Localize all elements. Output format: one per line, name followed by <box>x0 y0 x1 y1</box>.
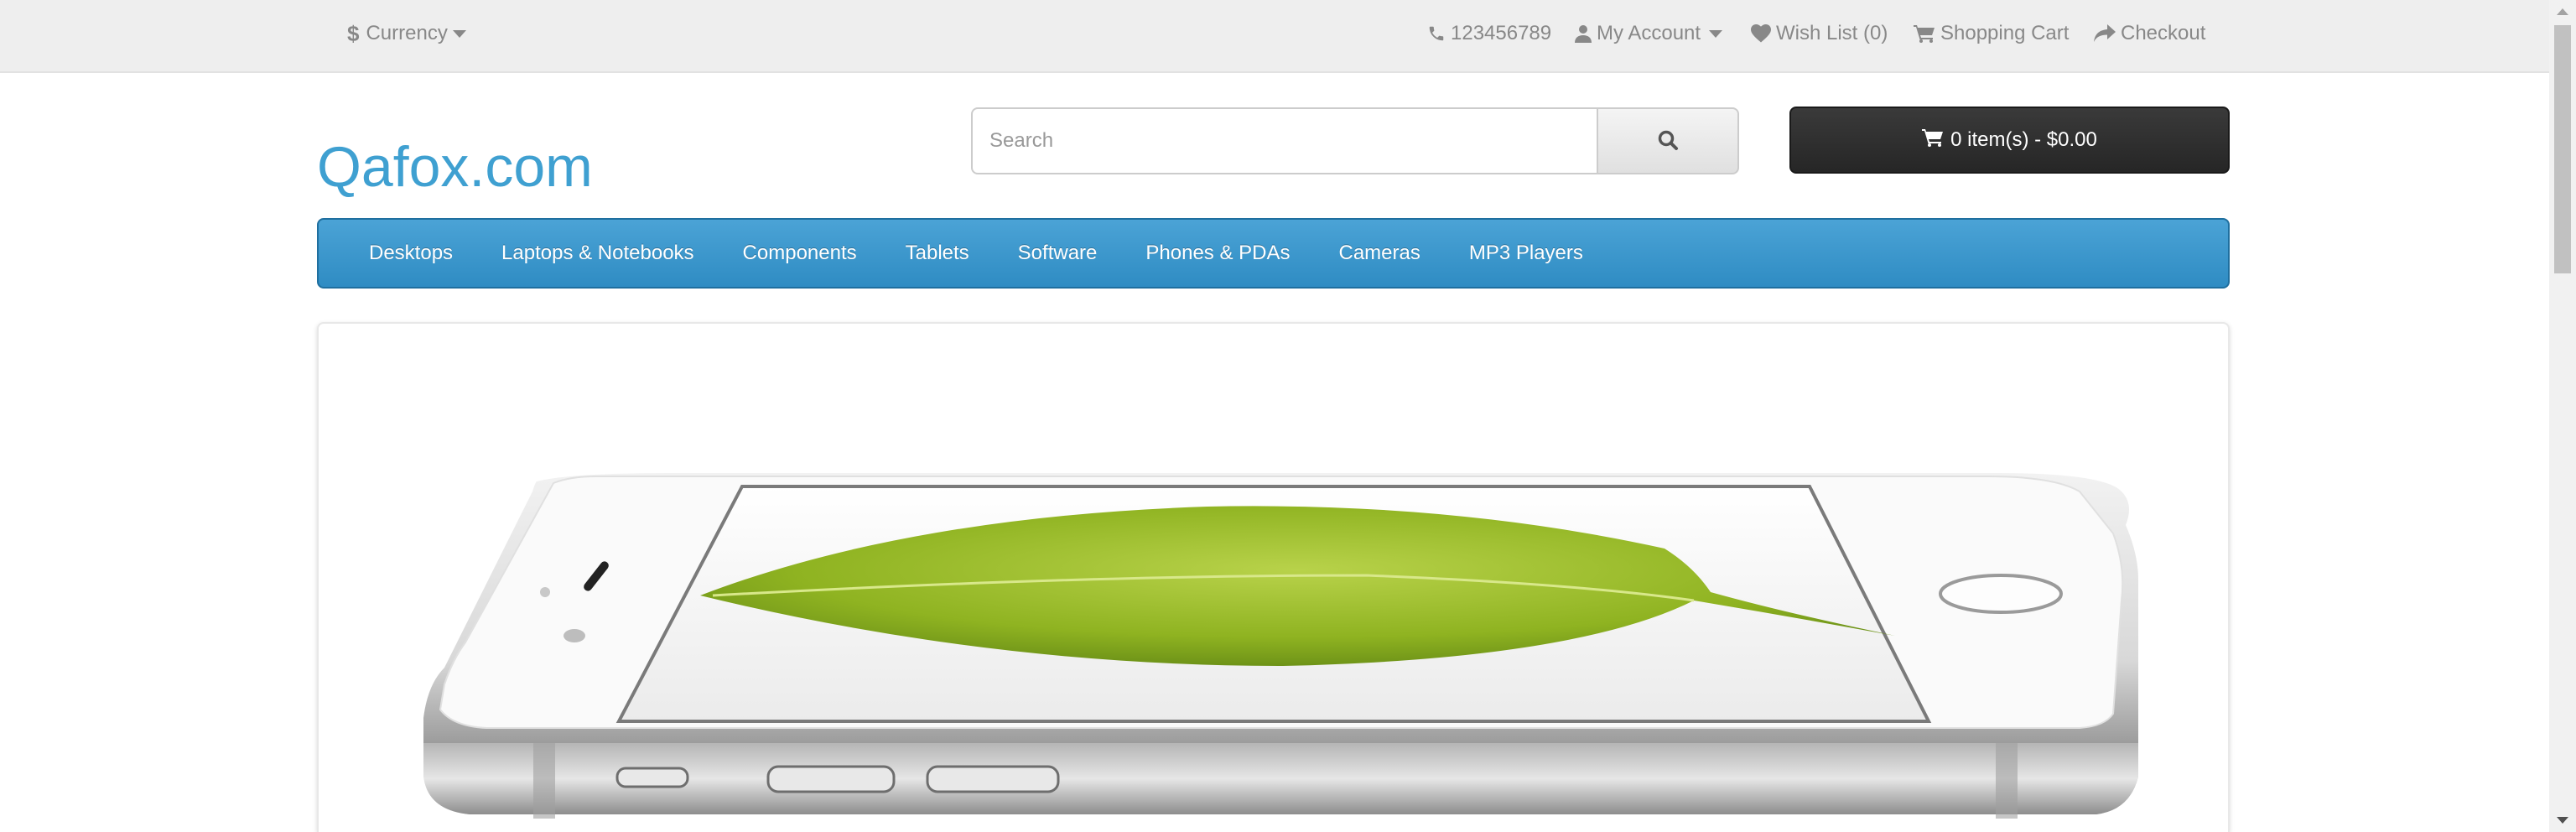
site-logo[interactable]: Qafox.com <box>317 138 593 195</box>
search-icon <box>1657 129 1679 153</box>
shopping-cart-link[interactable]: Shopping Cart <box>1914 20 2069 47</box>
shopping-cart-icon <box>1914 24 1935 43</box>
nav-item-mp3-players[interactable]: MP3 Players <box>1445 218 1607 289</box>
checkout-label: Checkout <box>2121 22 2206 44</box>
shopping-cart-icon <box>1922 128 1944 153</box>
phone-icon <box>1427 24 1446 43</box>
scrollbar-thumb[interactable] <box>2554 25 2571 273</box>
currency-dropdown[interactable]: $ Currency <box>347 20 466 47</box>
nav-item-tablets[interactable]: Tablets <box>881 218 994 289</box>
user-icon <box>1575 24 1592 43</box>
search-input[interactable] <box>971 107 1598 174</box>
caret-down-icon <box>452 29 466 38</box>
nav-item-software[interactable]: Software <box>994 218 1122 289</box>
slideshow[interactable] <box>317 322 2230 832</box>
wish-list-label: Wish List (0) <box>1776 22 1888 44</box>
search-button[interactable] <box>1598 107 1739 174</box>
main-nav: Desktops Laptops & Notebooks Components … <box>317 218 2230 289</box>
nav-item-laptops-notebooks[interactable]: Laptops & Notebooks <box>477 218 719 289</box>
slide-image-iphone <box>423 473 2138 819</box>
wish-list-link[interactable]: Wish List (0) <box>1751 20 1888 47</box>
heart-icon <box>1751 24 1771 43</box>
nav-item-desktops[interactable]: Desktops <box>344 218 477 289</box>
scroll-down-arrow-icon[interactable] <box>2557 817 2568 824</box>
phone-contact[interactable]: 123456789 <box>1427 20 1551 47</box>
top-bar: $ Currency 123456789 My Account Wish Lis… <box>0 0 2549 73</box>
checkout-link[interactable]: Checkout <box>2094 20 2205 47</box>
scroll-up-arrow-icon[interactable] <box>2557 8 2568 15</box>
search-bar <box>971 107 1739 174</box>
my-account-label: My Account <box>1597 22 1701 44</box>
nav-item-components[interactable]: Components <box>719 218 881 289</box>
phone-number: 123456789 <box>1451 22 1552 44</box>
nav-item-phones-pdas[interactable]: Phones & PDAs <box>1121 218 1314 289</box>
cart-button-label: 0 item(s) - $0.00 <box>1950 128 2097 151</box>
cart-button[interactable]: 0 item(s) - $0.00 <box>1789 107 2230 174</box>
caret-down-icon <box>1709 29 1723 38</box>
my-account-dropdown[interactable]: My Account <box>1575 20 1723 47</box>
nav-item-cameras[interactable]: Cameras <box>1314 218 1444 289</box>
page-scrollbar[interactable] <box>2549 0 2576 832</box>
currency-symbol: $ <box>347 20 360 46</box>
shopping-cart-label: Shopping Cart <box>1940 22 2070 44</box>
share-icon <box>2094 24 2116 43</box>
currency-label: Currency <box>366 22 448 44</box>
